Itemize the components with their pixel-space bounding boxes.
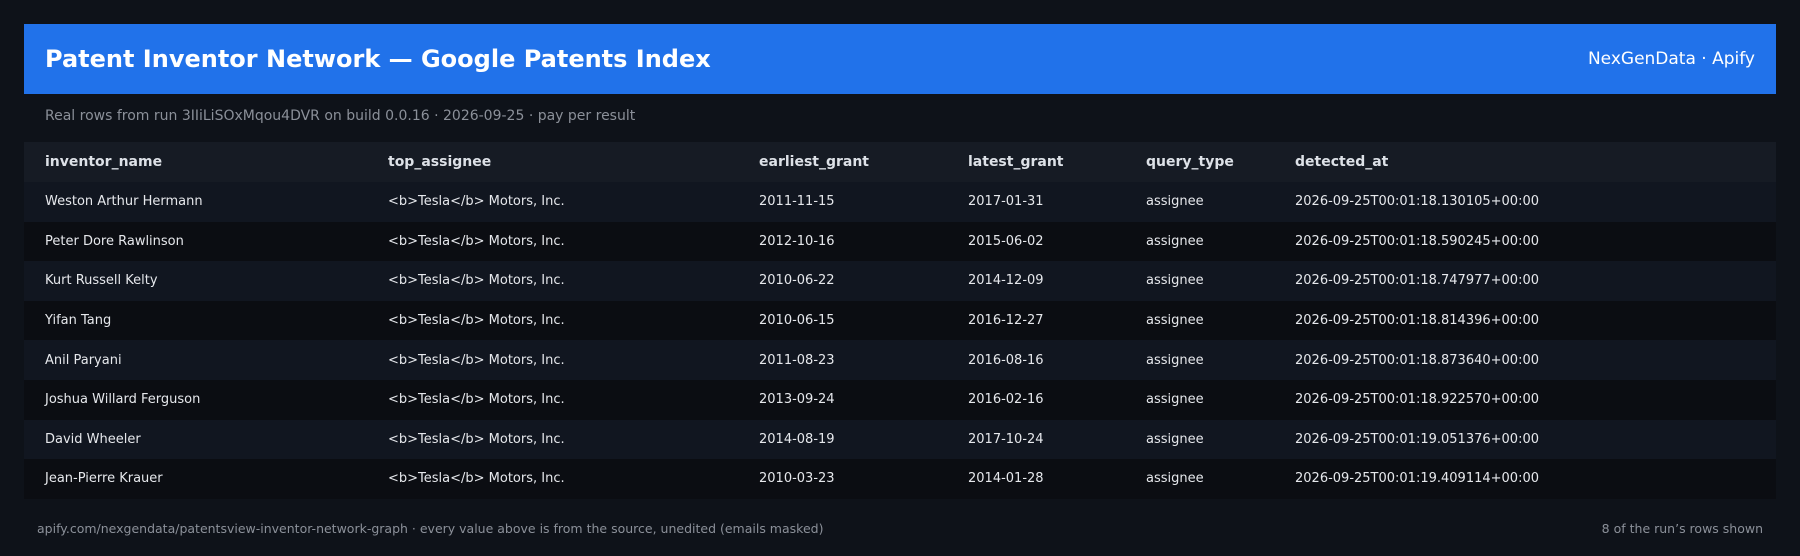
table-header-row: inventor_name top_assignee earliest_gran…: [24, 142, 1776, 182]
cell-detected-at: 2026-09-25T00:01:19.051376+00:00: [1295, 431, 1539, 447]
cell-query-type: assignee: [1146, 471, 1204, 487]
cell-earliest-grant: 2013-09-24: [759, 392, 835, 408]
cell-latest-grant: 2014-01-28: [968, 471, 1044, 487]
run-subtitle: Real rows from run 3IIiLiSOxMqou4DVR on …: [45, 108, 636, 124]
page-title: Patent Inventor Network — Google Patents…: [45, 45, 711, 73]
table-row: Anil Paryani <b>Tesla</b> Motors, Inc. 2…: [24, 340, 1776, 380]
cell-latest-grant: 2015-06-02: [968, 233, 1044, 249]
cell-inventor-name: Jean-Pierre Krauer: [45, 471, 163, 487]
column-header[interactable]: detected_at: [1295, 154, 1388, 170]
footer: apify.com/nexgendata/patentsview-invento…: [37, 521, 1763, 536]
cell-query-type: assignee: [1146, 194, 1204, 210]
cell-query-type: assignee: [1146, 392, 1204, 408]
cell-latest-grant: 2014-12-09: [968, 273, 1044, 289]
table-row: Yifan Tang <b>Tesla</b> Motors, Inc. 201…: [24, 300, 1776, 341]
column-header[interactable]: query_type: [1146, 154, 1234, 170]
table-row: David Wheeler <b>Tesla</b> Motors, Inc. …: [24, 419, 1776, 460]
cell-top-assignee: <b>Tesla</b> Motors, Inc.: [388, 273, 565, 289]
column-header[interactable]: earliest_grant: [759, 154, 869, 170]
cell-query-type: assignee: [1146, 273, 1204, 289]
cell-earliest-grant: 2010-06-15: [759, 313, 835, 329]
cell-latest-grant: 2017-01-31: [968, 194, 1044, 210]
footer-row-count: 8 of the run’s rows shown: [1601, 521, 1763, 536]
cell-query-type: assignee: [1146, 313, 1204, 329]
column-header[interactable]: inventor_name: [45, 154, 162, 170]
cell-latest-grant: 2016-02-16: [968, 392, 1044, 408]
cell-detected-at: 2026-09-25T00:01:18.814396+00:00: [1295, 313, 1539, 329]
table-row: Joshua Willard Ferguson <b>Tesla</b> Mot…: [24, 379, 1776, 420]
brand-label: NexGenData · Apify: [1587, 49, 1755, 69]
cell-detected-at: 2026-09-25T00:01:18.873640+00:00: [1295, 352, 1539, 368]
cell-earliest-grant: 2012-10-16: [759, 233, 835, 249]
cell-top-assignee: <b>Tesla</b> Motors, Inc.: [388, 431, 565, 447]
cell-latest-grant: 2016-08-16: [968, 352, 1044, 368]
column-header[interactable]: top_assignee: [388, 154, 491, 170]
cell-inventor-name: Joshua Willard Ferguson: [45, 392, 201, 408]
cell-latest-grant: 2016-12-27: [968, 313, 1044, 329]
cell-earliest-grant: 2014-08-19: [759, 431, 835, 447]
column-header[interactable]: latest_grant: [968, 154, 1064, 170]
cell-earliest-grant: 2010-03-23: [759, 471, 835, 487]
cell-top-assignee: <b>Tesla</b> Motors, Inc.: [388, 471, 565, 487]
table-row: Jean-Pierre Krauer <b>Tesla</b> Motors, …: [24, 459, 1776, 499]
cell-detected-at: 2026-09-25T00:01:18.922570+00:00: [1295, 392, 1539, 408]
cell-query-type: assignee: [1146, 431, 1204, 447]
cell-query-type: assignee: [1146, 233, 1204, 249]
cell-top-assignee: <b>Tesla</b> Motors, Inc.: [388, 233, 565, 249]
table-row: Peter Dore Rawlinson <b>Tesla</b> Motors…: [24, 221, 1776, 262]
cell-inventor-name: Yifan Tang: [45, 313, 112, 329]
cell-earliest-grant: 2011-11-15: [759, 194, 835, 210]
cell-earliest-grant: 2010-06-22: [759, 273, 835, 289]
cell-inventor-name: Peter Dore Rawlinson: [45, 233, 184, 249]
cell-inventor-name: Anil Paryani: [45, 352, 122, 368]
header-bar: Patent Inventor Network — Google Patents…: [24, 24, 1776, 94]
page: Patent Inventor Network — Google Patents…: [0, 0, 1800, 556]
cell-detected-at: 2026-09-25T00:01:18.130105+00:00: [1295, 194, 1539, 210]
cell-top-assignee: <b>Tesla</b> Motors, Inc.: [388, 352, 565, 368]
cell-top-assignee: <b>Tesla</b> Motors, Inc.: [388, 392, 565, 408]
results-table: inventor_name top_assignee earliest_gran…: [24, 142, 1776, 499]
footer-source-note: apify.com/nexgendata/patentsview-invento…: [37, 521, 824, 536]
cell-inventor-name: Kurt Russell Kelty: [45, 273, 158, 289]
cell-top-assignee: <b>Tesla</b> Motors, Inc.: [388, 313, 565, 329]
cell-earliest-grant: 2011-08-23: [759, 352, 835, 368]
cell-detected-at: 2026-09-25T00:01:19.409114+00:00: [1295, 471, 1539, 487]
table-row: Kurt Russell Kelty <b>Tesla</b> Motors, …: [24, 261, 1776, 301]
cell-detected-at: 2026-09-25T00:01:18.747977+00:00: [1295, 273, 1539, 289]
cell-query-type: assignee: [1146, 352, 1204, 368]
cell-top-assignee: <b>Tesla</b> Motors, Inc.: [388, 194, 565, 210]
cell-inventor-name: Weston Arthur Hermann: [45, 194, 203, 210]
cell-detected-at: 2026-09-25T00:01:18.590245+00:00: [1295, 233, 1539, 249]
cell-inventor-name: David Wheeler: [45, 431, 141, 447]
table-row: Weston Arthur Hermann <b>Tesla</b> Motor…: [24, 182, 1776, 222]
cell-latest-grant: 2017-10-24: [968, 431, 1044, 447]
